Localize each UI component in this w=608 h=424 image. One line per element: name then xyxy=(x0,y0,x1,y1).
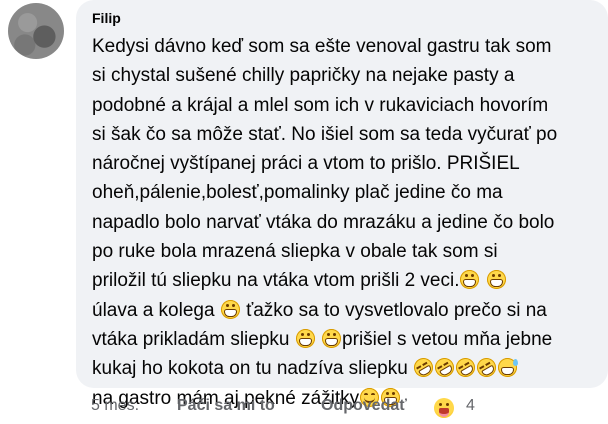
comment-text: Kedysi dávno keď som sa ešte venoval gas… xyxy=(92,32,602,413)
grin-emoji-icon xyxy=(322,328,342,348)
rofl-emoji-icon xyxy=(452,354,479,381)
avatar[interactable] xyxy=(8,3,64,59)
comment-author[interactable]: Filip xyxy=(92,10,121,26)
sweat-emoji-icon xyxy=(498,358,519,378)
rofl-emoji-icon xyxy=(410,354,437,381)
comment-timestamp[interactable]: 5 mes. xyxy=(91,397,139,415)
comment-text-segment xyxy=(480,270,485,291)
reply-button[interactable]: Odpovedať xyxy=(321,397,407,415)
comment: Filip Kedysi dávno keď som sa ešte venov… xyxy=(0,0,608,424)
comment-text-segment xyxy=(316,329,321,350)
grin-emoji-icon xyxy=(460,270,480,290)
laughing-emoji-icon[interactable] xyxy=(434,398,454,418)
grin-emoji-icon xyxy=(220,299,240,319)
reaction-count[interactable]: 4 xyxy=(466,397,475,415)
comment-text-segment: Kedysi dávno keď som sa ešte venoval gas… xyxy=(92,36,558,292)
comment-text-segment: úlava a kolega xyxy=(92,299,215,321)
like-button[interactable]: Páči sa mi to xyxy=(177,397,275,415)
rofl-emoji-icon xyxy=(473,354,500,381)
rofl-emoji-icon xyxy=(431,354,458,381)
grin-emoji-icon xyxy=(486,270,506,290)
grin-emoji-icon xyxy=(295,328,315,348)
